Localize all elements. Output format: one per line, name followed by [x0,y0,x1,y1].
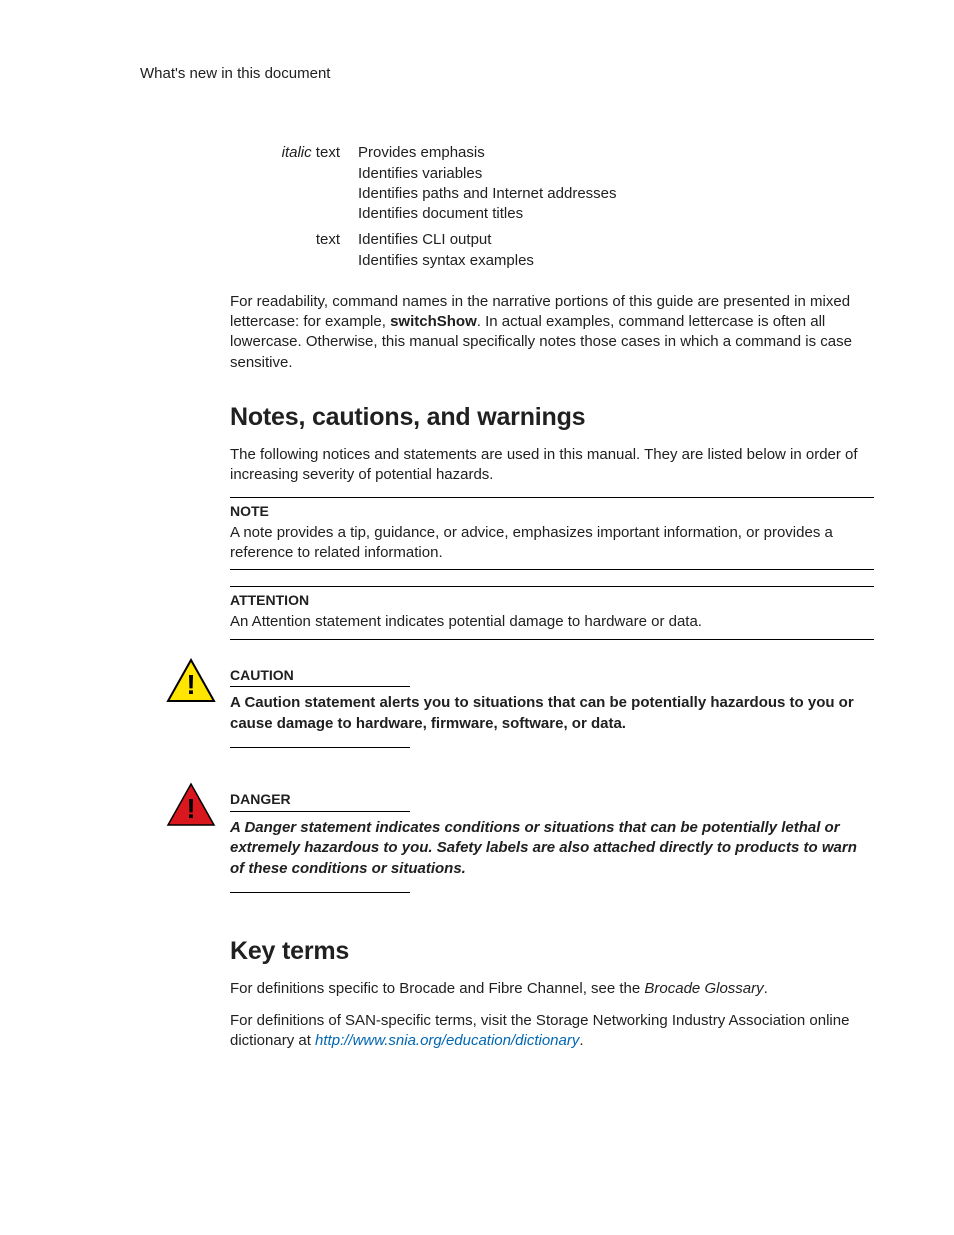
keyterms-p1: For definitions specific to Brocade and … [230,979,874,999]
caution-content: CAUTION A Caution statement alerts you t… [230,656,874,755]
desc-line: Identifies CLI output [358,230,617,250]
caution-rule [230,747,410,748]
desc-line: Identifies syntax examples [358,251,617,271]
convention-label: italic text [230,140,358,227]
text-span: . [579,1032,583,1049]
desc-line: Identifies document titles [358,204,617,224]
attention-title: ATTENTION [230,591,874,610]
table-row: italic text Provides emphasis Identifies… [230,140,635,227]
desc-line: Identifies variables [358,164,617,184]
notes-intro: The following notices and statements are… [230,445,874,486]
conventions-table: italic text Provides emphasis Identifies… [230,140,635,274]
svg-text:!: ! [186,793,195,824]
note-block: NOTE A note provides a tip, guidance, or… [230,497,874,570]
label-rest: text [312,144,340,161]
keyterms-p2: For definitions of SAN-specific terms, v… [230,1011,874,1052]
desc-line: Identifies paths and Internet addresses [358,184,617,204]
section-heading-notes: Notes, cautions, and warnings [230,401,874,435]
convention-desc: Provides emphasis Identifies variables I… [358,140,635,227]
caution-body: A Caution statement alerts you to situat… [230,693,874,734]
body-content: For readability, command names in the na… [230,292,874,1052]
snia-link[interactable]: http://www.snia.org/education/dictionary [315,1032,579,1049]
table-row: text Identifies CLI output Identifies sy… [230,227,635,274]
text-span: For definitions specific to Brocade and … [230,980,644,997]
danger-title: DANGER [230,790,410,812]
readability-paragraph: For readability, command names in the na… [230,292,874,373]
caution-icon: ! [166,656,216,703]
desc-line: Provides emphasis [358,143,617,163]
danger-body: A Danger statement indicates conditions … [230,818,874,879]
label-rest: text [316,231,340,248]
text-span: . [764,980,768,997]
section-heading-keyterms: Key terms [230,935,874,969]
page: What's new in this document italic text … [0,0,954,1052]
convention-label: text [230,227,358,274]
running-header: What's new in this document [140,64,874,84]
doc-title: Brocade Glossary [644,980,763,997]
caution-title: CAUTION [230,666,410,688]
command-name: switchShow [390,313,477,330]
danger-rule [230,892,410,893]
danger-content: DANGER A Danger statement indicates cond… [230,780,874,899]
caution-block: ! CAUTION A Caution statement alerts you… [230,656,874,755]
danger-block: ! DANGER A Danger statement indicates co… [230,780,874,899]
attention-block: ATTENTION An Attention statement indicat… [230,586,874,639]
svg-text:!: ! [186,669,195,700]
danger-icon: ! [166,780,216,827]
convention-desc: Identifies CLI output Identifies syntax … [358,227,635,274]
note-body: A note provides a tip, guidance, or advi… [230,523,874,564]
label-italic: italic [282,144,312,161]
attention-body: An Attention statement indicates potenti… [230,612,874,632]
note-title: NOTE [230,502,874,521]
